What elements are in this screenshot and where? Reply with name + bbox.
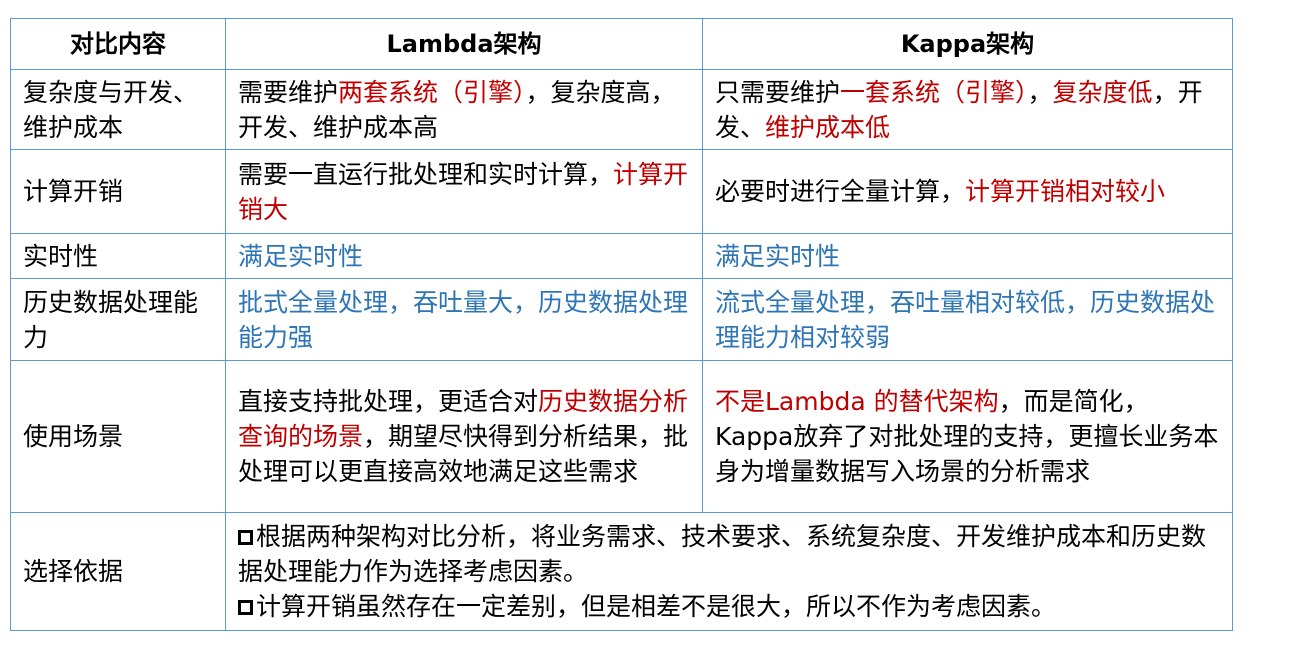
lambda-cell: 满足实时性 <box>225 233 703 279</box>
table-row: 使用场景 直接支持批处理，更适合对历史数据分析查询的场景，期望尽快得到分析结果，… <box>10 360 1233 513</box>
cell-text: 需要维护 <box>238 77 339 107</box>
architecture-comparison-table: 对比内容 Lambda架构 Kappa架构 复杂度与开发、维护成本 需要维护两套… <box>10 18 1233 631</box>
lambda-cell: 需要维护两套系统（引擎），复杂度高，开发、维护成本高 <box>225 69 703 150</box>
table-row: 计算开销 需要一直运行批处理和实时计算，计算开销大 必要时进行全量计算，计算开销… <box>10 149 1233 234</box>
lambda-cell: 批式全量处理，吞吐量大，历史数据处理能力强 <box>225 278 703 361</box>
header-kappa: Kappa架构 <box>702 18 1233 70</box>
row-label: 实时性 <box>10 233 226 279</box>
row-label: 复杂度与开发、维护成本 <box>10 69 226 150</box>
checkbox-bullet-icon <box>238 530 253 545</box>
kappa-cell: 不是Lambda 的替代架构，而是简化，Kappa放弃了对批处理的支持，更擅长业… <box>702 360 1233 513</box>
kappa-cell: 必要时进行全量计算，计算开销相对较小 <box>702 149 1233 234</box>
header-row: 对比内容 Lambda架构 Kappa架构 <box>10 18 1233 70</box>
cell-text: 直接支持批处理，更适合对 <box>238 387 539 416</box>
row-label: 选择依据 <box>10 512 226 631</box>
selection-basis-cell: 根据两种架构对比分析，将业务需求、技术要求、系统复杂度、开发维护成本和历史数据处… <box>225 512 1233 631</box>
kappa-cell: 只需要维护一套系统（引擎），复杂度低，开发、维护成本低 <box>702 69 1233 150</box>
note-item: 根据两种架构对比分析，将业务需求、技术要求、系统复杂度、开发维护成本和历史数据处… <box>238 519 1220 589</box>
cell-highlight-red: 复杂度低 <box>1052 77 1153 107</box>
cell-text: ， <box>1027 77 1053 107</box>
row-label: 计算开销 <box>10 149 226 234</box>
kappa-cell: 满足实时性 <box>702 233 1233 279</box>
lambda-cell: 直接支持批处理，更适合对历史数据分析查询的场景，期望尽快得到分析结果，批处理可以… <box>225 360 703 513</box>
cell-text: 只需要维护 <box>715 77 841 107</box>
lambda-cell: 需要一直运行批处理和实时计算，计算开销大 <box>225 149 703 234</box>
table-row: 选择依据 根据两种架构对比分析，将业务需求、技术要求、系统复杂度、开发维护成本和… <box>10 512 1233 631</box>
cell-text: 必要时进行全量计算， <box>715 177 966 206</box>
row-label: 使用场景 <box>10 360 226 513</box>
cell-highlight-red: 一套系统（引擎） <box>840 77 1028 107</box>
cell-highlight-red: 不是Lambda 的替代架构 <box>715 387 999 416</box>
comparison-table-container: 对比内容 Lambda架构 Kappa架构 复杂度与开发、维护成本 需要维护两套… <box>10 18 1233 631</box>
cell-text: 需要一直运行批处理和实时计算， <box>238 159 614 189</box>
checkbox-bullet-icon <box>238 600 253 615</box>
row-label: 历史数据处理能力 <box>10 278 226 361</box>
header-lambda: Lambda架构 <box>225 18 703 70</box>
table-row: 复杂度与开发、维护成本 需要维护两套系统（引擎），复杂度高，开发、维护成本高 只… <box>10 69 1233 150</box>
table-row: 历史数据处理能力 批式全量处理，吞吐量大，历史数据处理能力强 流式全量处理，吞吐… <box>10 278 1233 361</box>
note-text: 计算开销虽然存在一定差别，但是相差不是很大，所以不作为考虑因素。 <box>256 592 1057 621</box>
table-row: 实时性 满足实时性 满足实时性 <box>10 233 1233 279</box>
kappa-cell: 流式全量处理，吞吐量相对较低，历史数据处理能力相对较弱 <box>702 278 1233 361</box>
note-item: 计算开销虽然存在一定差别，但是相差不是很大，所以不作为考虑因素。 <box>238 589 1220 624</box>
cell-highlight-red: 计算开销相对较小 <box>965 177 1166 206</box>
cell-highlight-red: 维护成本低 <box>765 112 891 142</box>
note-text: 根据两种架构对比分析，将业务需求、技术要求、系统复杂度、开发维护成本和历史数据处… <box>238 522 1207 586</box>
cell-highlight-red: 两套系统（引擎） <box>338 77 526 107</box>
header-compare-item: 对比内容 <box>10 18 226 70</box>
